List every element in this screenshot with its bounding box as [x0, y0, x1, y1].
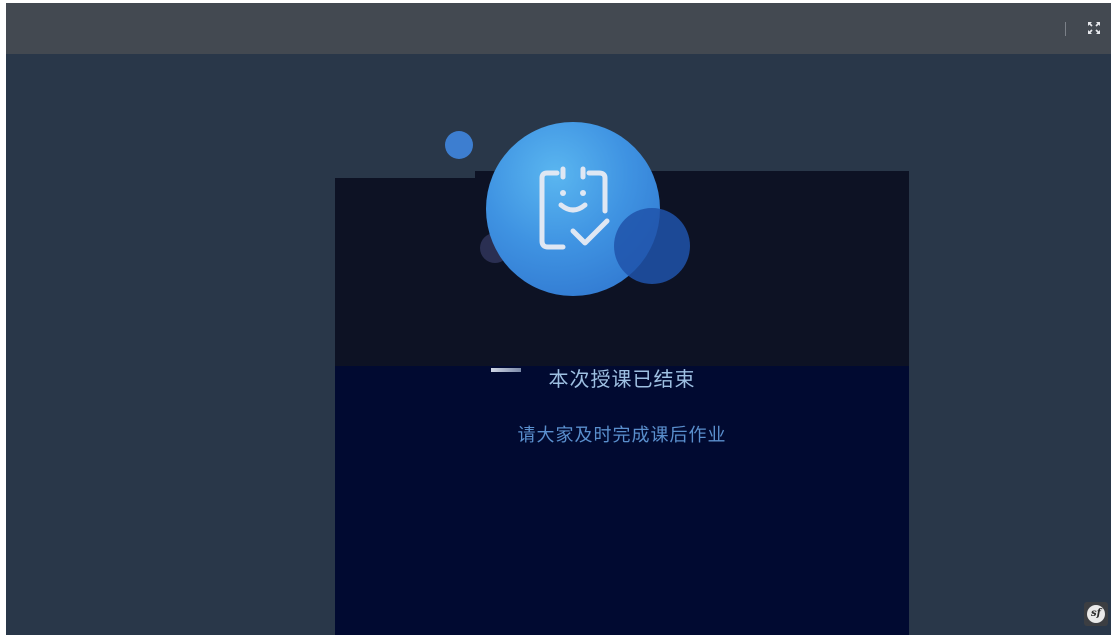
decor-bubble-small: [445, 131, 473, 159]
panel-edge: [335, 171, 475, 178]
app-frame: 本次授课已结束 请大家及时完成课后作业 sf: [6, 3, 1111, 635]
clipboard-smile-check-icon: [539, 166, 610, 250]
session-ended-title: 本次授课已结束: [548, 367, 696, 391]
sf-logo-text: sf: [1087, 605, 1105, 623]
homework-reminder-text: 请大家及时完成课后作业: [517, 425, 727, 446]
toolbar-divider: [1065, 22, 1066, 36]
decor-bubble-side: [614, 208, 690, 284]
overlay-panel-bottom: [335, 366, 909, 635]
expand-fullscreen-icon: [1088, 22, 1100, 34]
top-bar: [6, 3, 1111, 54]
symfony-logo[interactable]: sf: [1084, 602, 1108, 626]
fullscreen-button[interactable]: [1086, 20, 1102, 36]
